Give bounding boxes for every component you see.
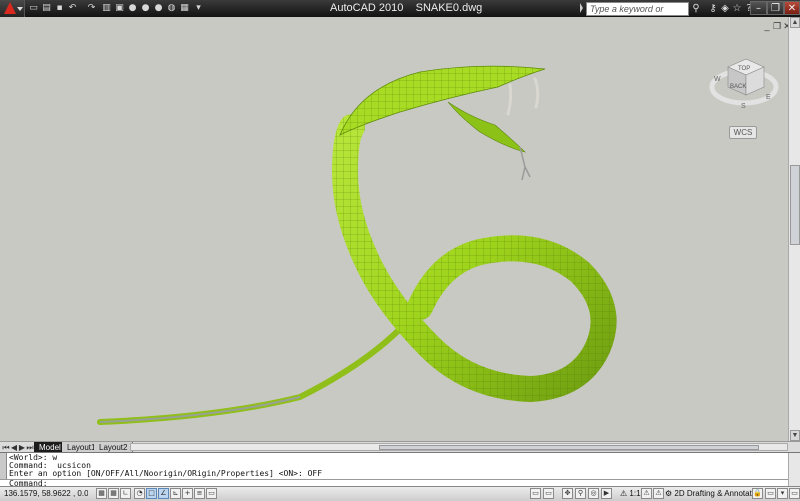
- status-bar: 136.1579, 58.9622 , 0.0000 ▦ ▦ ∟ ◔ □ ∠ ⊾…: [0, 486, 800, 501]
- restore-button[interactable]: ❐: [767, 1, 784, 15]
- clean-screen-icon[interactable]: ▭: [789, 488, 800, 499]
- orbit-icon[interactable]: ●: [140, 3, 151, 14]
- redo-icon[interactable]: ↷: [86, 3, 97, 14]
- command-window: <World>: w Command: ucsicon Enter an optio…: [0, 452, 800, 488]
- layers-icon[interactable]: ◍: [166, 3, 177, 14]
- model-space-icon[interactable]: ▭: [530, 488, 541, 499]
- drawing-viewport[interactable]: [0, 17, 788, 441]
- chevron-down-icon: [17, 7, 23, 11]
- otrack-toggle-icon[interactable]: ∠: [158, 488, 169, 499]
- compass-south: S: [741, 103, 746, 110]
- key-icon[interactable]: ⚷: [707, 2, 719, 15]
- zoom-icon[interactable]: ●: [127, 3, 138, 14]
- horizontal-scrollbar[interactable]: [130, 443, 788, 451]
- dyn-toggle-icon[interactable]: +: [182, 488, 193, 499]
- snake-3d-model: [97, 65, 617, 425]
- annotation-visibility-icon[interactable]: ⚠: [641, 488, 652, 499]
- autocad-logo-icon: [4, 2, 16, 14]
- snake-fang: [506, 83, 513, 116]
- new-icon[interactable]: ▭: [28, 3, 39, 14]
- expand-search-icon[interactable]: [580, 3, 583, 13]
- pan-icon[interactable]: ✥: [562, 488, 573, 499]
- star-favorites-icon[interactable]: ☆: [731, 2, 743, 15]
- save-icon[interactable]: ▪: [54, 3, 65, 14]
- osnap-toggle-icon[interactable]: □: [146, 488, 157, 499]
- vertical-scrollbar[interactable]: ▲ ▼: [788, 17, 800, 441]
- minimize-icon[interactable]: _: [762, 21, 772, 31]
- plot-icon[interactable]: ▥: [101, 3, 112, 14]
- viewcube-face-top: TOP: [738, 66, 750, 72]
- restore-icon[interactable]: ❐: [772, 21, 782, 32]
- gear-icon: ⚙: [665, 489, 673, 498]
- scroll-up-icon[interactable]: ▲: [790, 17, 800, 28]
- command-scrollbar[interactable]: [788, 453, 800, 487]
- annotation-scale[interactable]: ⚠ 1:1: [620, 488, 641, 500]
- first-tab-icon[interactable]: ⏮: [2, 443, 10, 452]
- showmotion-icon[interactable]: ▶: [601, 488, 612, 499]
- annotation-scale-icon: ⚠: [620, 489, 628, 498]
- hardware-acceleration-icon[interactable]: ▭: [765, 488, 776, 499]
- scrollbar-thumb[interactable]: [790, 165, 800, 245]
- pan-icon[interactable]: ▣: [114, 3, 125, 14]
- search-input[interactable]: Type a keyword or phrase: [586, 2, 689, 26]
- grid-toggle-icon[interactable]: ▦: [108, 488, 119, 499]
- close-button[interactable]: ✕: [784, 1, 800, 15]
- lock-icon[interactable]: 🔒: [752, 488, 763, 499]
- title-bar: ▭ ▤ ▪ ↶ ↷ ▥ ▣ ● ● ● ◍ ▦ ▾ AutoCAD 2010 S…: [0, 0, 800, 26]
- scrollbar-thumb[interactable]: [379, 445, 759, 450]
- undo-icon[interactable]: ↶: [67, 3, 78, 14]
- compass-west: W: [714, 76, 721, 83]
- lineweight-toggle-icon[interactable]: ≡: [194, 488, 205, 499]
- compass-east: E: [766, 94, 771, 101]
- zoom-icon[interactable]: ⚲: [575, 488, 586, 499]
- last-tab-icon[interactable]: ⏭: [26, 443, 34, 452]
- polar-toggle-icon[interactable]: ◔: [134, 488, 145, 499]
- window-title: AutoCAD 2010 SNAKE0.dwg: [330, 2, 483, 14]
- quick-properties-icon[interactable]: ▭: [206, 488, 217, 499]
- snake-fang: [533, 77, 540, 109]
- open-icon[interactable]: ▤: [41, 3, 52, 14]
- viewcube[interactable]: TOP BACK W E S: [708, 55, 788, 125]
- scroll-down-icon[interactable]: ▼: [790, 430, 800, 441]
- ortho-toggle-icon[interactable]: ∟: [120, 488, 131, 499]
- wcs-menu[interactable]: WCS: [729, 126, 757, 139]
- snap-toggle-icon[interactable]: ▦: [96, 488, 107, 499]
- binoculars-icon[interactable]: ⚲: [690, 2, 702, 15]
- communication-center-icon[interactable]: ◈: [719, 2, 731, 15]
- annotation-autoscale-icon[interactable]: ⚠: [653, 488, 664, 499]
- application-menu-button[interactable]: [0, 0, 25, 17]
- toolbar-icon[interactable]: ▦: [179, 3, 190, 14]
- snake-jaw: [447, 101, 526, 153]
- coordinates-readout[interactable]: 136.1579, 58.9622 , 0.0000: [4, 488, 88, 500]
- properties-icon[interactable]: ●: [153, 3, 164, 14]
- minimize-button[interactable]: –: [750, 1, 767, 15]
- layout-view-icon[interactable]: ▭: [543, 488, 554, 499]
- chevron-down-icon[interactable]: ▾: [193, 3, 204, 14]
- steeringwheel-icon[interactable]: ◎: [588, 488, 599, 499]
- ducs-toggle-icon[interactable]: ⊾: [170, 488, 181, 499]
- viewcube-face-front: BACK: [730, 84, 746, 90]
- status-menu-icon[interactable]: ▾: [777, 488, 788, 499]
- next-tab-icon[interactable]: ▶: [18, 443, 26, 452]
- prev-tab-icon[interactable]: ◀: [10, 443, 18, 452]
- command-history: <World>: w Command: ucsicon Enter an optio…: [9, 453, 323, 478]
